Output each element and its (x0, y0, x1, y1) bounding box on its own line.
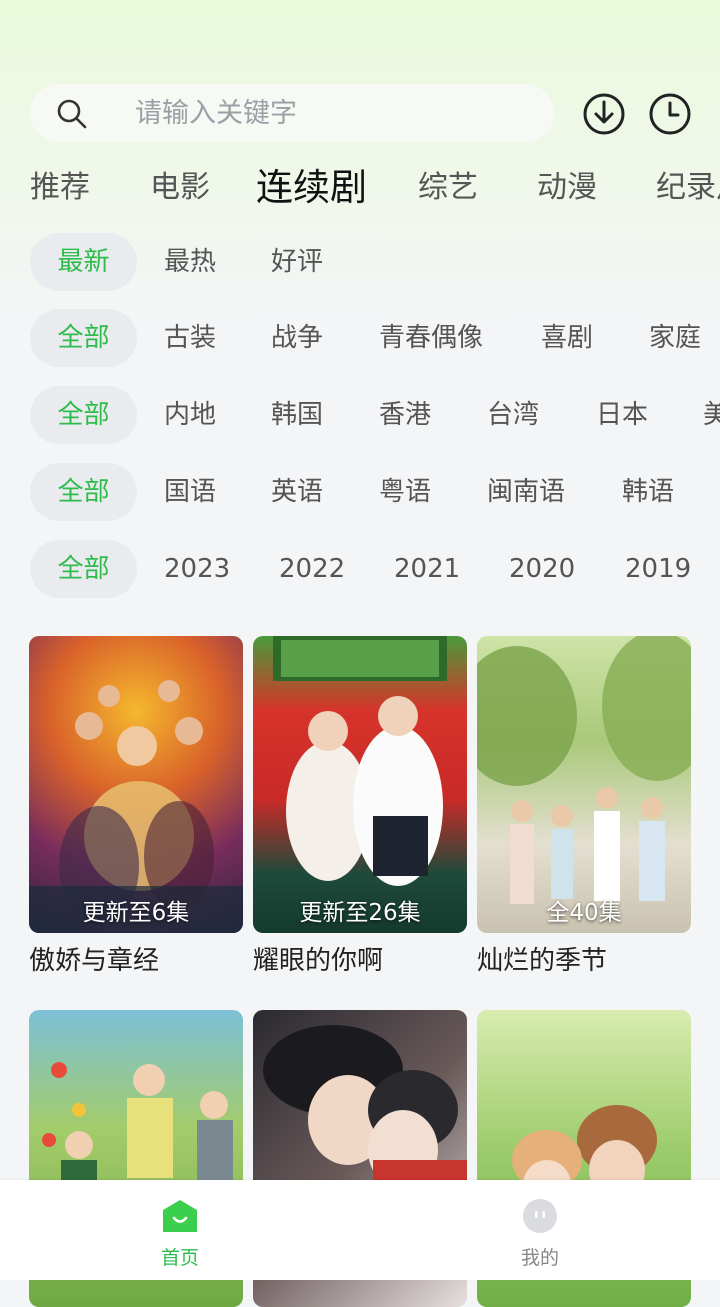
poster-art (273, 636, 447, 886)
year-filter-row: 全部 2023 2022 2021 2020 2019 (0, 540, 720, 598)
bottom-navigation: 首页 我的 (0, 1180, 720, 1280)
category-tabs: 推荐 电影 连续剧 综艺 动漫 纪录片 (0, 160, 720, 216)
genre-filter-row: 全部 古装 战争 青春偶像 喜剧 家庭 (0, 309, 720, 367)
filter-region-item[interactable]: 韩国 (271, 386, 323, 444)
poster-art (29, 680, 243, 933)
search-placeholder: 请输入关键字 (135, 98, 297, 129)
filter-sort-hot[interactable]: 最热 (164, 233, 216, 291)
filter-genre-item[interactable]: 青春偶像 (379, 309, 483, 367)
nav-profile-label: 我的 (520, 1247, 559, 1269)
sort-filter-row: 最新 最热 好评 (0, 233, 720, 291)
tab-variety[interactable]: 综艺 (418, 160, 478, 216)
episode-badge: 更新至6集 (82, 900, 190, 926)
tab-recommend[interactable]: 推荐 (30, 160, 90, 216)
filter-language-item[interactable]: 英语 (271, 463, 323, 521)
tab-movie[interactable]: 电影 (150, 160, 210, 216)
region-filter-row: 全部 内地 韩国 香港 台湾 日本 美国 (0, 386, 720, 444)
filter-language-item[interactable]: 粤语 (379, 463, 431, 521)
filter-sort-latest[interactable]: 最新 (30, 233, 137, 291)
search-bar-row: 请输入关键字 (0, 84, 720, 144)
video-poster[interactable]: 更新至6集 (29, 636, 243, 933)
episode-badge: 更新至26集 (299, 900, 421, 926)
video-poster[interactable]: 更新至26集 (253, 636, 467, 933)
video-title: 灿烂的季节 (477, 946, 608, 976)
filter-genre-all[interactable]: 全部 (30, 309, 137, 367)
profile-icon (523, 1199, 557, 1233)
filter-year-item[interactable]: 2019 (625, 540, 691, 598)
filter-region-item[interactable]: 香港 (379, 386, 431, 444)
video-title: 耀眼的你啊 (253, 946, 384, 976)
download-icon[interactable] (582, 92, 626, 136)
tab-tv-series[interactable]: 连续剧 (256, 160, 367, 216)
filter-region-item[interactable]: 内地 (164, 386, 216, 444)
video-poster[interactable]: 全40集 (477, 636, 691, 933)
language-filter-row: 全部 国语 英语 粤语 闽南语 韩语 (0, 463, 720, 521)
poster-art (477, 636, 691, 904)
filter-genre-item[interactable]: 喜剧 (541, 309, 593, 367)
filter-year-item[interactable]: 2023 (164, 540, 230, 598)
search-input[interactable]: 请输入关键字 (30, 84, 554, 142)
filter-region-item[interactable]: 台湾 (487, 386, 539, 444)
filter-year-item[interactable]: 2022 (279, 540, 345, 598)
nav-home-label: 首页 (160, 1247, 199, 1269)
tab-documentary[interactable]: 纪录片 (656, 160, 720, 216)
filter-language-item[interactable]: 国语 (164, 463, 216, 521)
filter-language-item[interactable]: 韩语 (622, 463, 674, 521)
filter-genre-item[interactable]: 家庭 (649, 309, 701, 367)
filter-year-item[interactable]: 2021 (394, 540, 460, 598)
episode-badge: 全40集 (546, 900, 622, 926)
filter-region-all[interactable]: 全部 (30, 386, 137, 444)
history-clock-icon[interactable] (648, 92, 692, 136)
filter-region-item[interactable]: 日本 (596, 386, 648, 444)
video-title: 傲娇与章经 (29, 946, 160, 976)
search-icon (57, 99, 87, 129)
filter-genre-item[interactable]: 战争 (271, 309, 323, 367)
nav-profile[interactable]: 我的 (480, 1180, 600, 1280)
tab-anime[interactable]: 动漫 (537, 160, 597, 216)
filter-genre-item[interactable]: 古装 (164, 309, 216, 367)
filter-year-item[interactable]: 2020 (509, 540, 575, 598)
nav-home[interactable]: 首页 (120, 1180, 240, 1280)
filter-language-item[interactable]: 闽南语 (487, 463, 565, 521)
filter-language-all[interactable]: 全部 (30, 463, 137, 521)
filter-region-item[interactable]: 美国 (703, 386, 720, 444)
home-icon (163, 1200, 197, 1232)
filter-year-all[interactable]: 全部 (30, 540, 137, 598)
filter-sort-rating[interactable]: 好评 (271, 233, 323, 291)
